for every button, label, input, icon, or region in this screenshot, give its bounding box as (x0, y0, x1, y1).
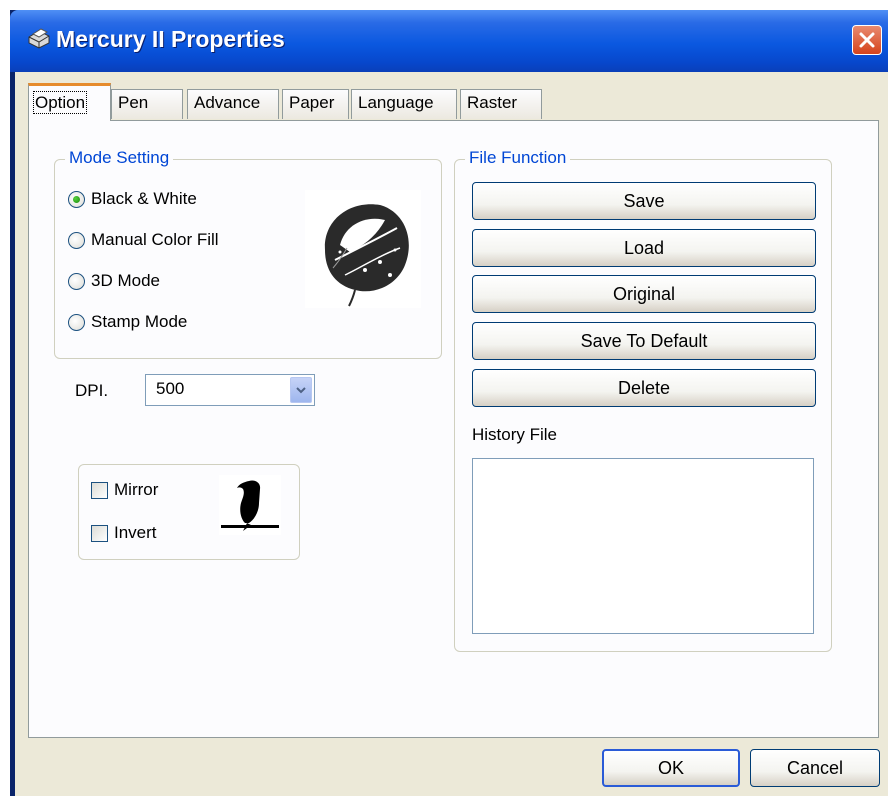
load-button[interactable]: Load (472, 229, 816, 267)
file-function-group: File Function Save Load Original Save To… (454, 148, 832, 652)
delete-button[interactable]: Delete (472, 369, 816, 407)
radio-stamp-mode[interactable]: Stamp Mode (68, 312, 187, 332)
history-file-list[interactable] (472, 458, 814, 634)
title-bar[interactable]: Mercury II Properties (10, 10, 888, 72)
properties-window: Mercury II Properties Option Pen Advance… (10, 10, 888, 796)
tab-option[interactable]: Option (28, 83, 111, 121)
dpi-select[interactable]: 500 (145, 374, 315, 406)
invert-checkbox-row[interactable]: Invert (91, 523, 157, 543)
radio-stamp-mode-label: Stamp Mode (91, 312, 188, 331)
load-button-label: Load (623, 237, 665, 258)
tab-advance[interactable]: Advance (187, 89, 279, 119)
radio-black-white[interactable]: Black & White (68, 189, 197, 209)
effects-group: Mirror Invert (78, 464, 300, 560)
history-file-label: History File (472, 425, 558, 444)
tab-pen-label: Pen (118, 93, 149, 112)
radio-3d-mode-label: 3D Mode (91, 271, 160, 290)
option-tab-panel: Mode Setting Black & White Manual Color … (28, 120, 879, 738)
mode-setting-legend: Mode Setting (65, 148, 174, 168)
tab-pen[interactable]: Pen (111, 89, 183, 119)
radio-3d-mode-button[interactable] (68, 272, 85, 290)
radio-manual-color-fill-label: Manual Color Fill (91, 230, 219, 249)
cancel-button-label: Cancel (786, 757, 844, 778)
original-button-label: Original (612, 283, 676, 304)
save-button-label: Save (623, 190, 665, 211)
tab-language[interactable]: Language (351, 89, 457, 119)
close-button[interactable] (852, 25, 882, 55)
mirror-checkbox[interactable] (91, 481, 108, 499)
tab-paper[interactable]: Paper (282, 89, 349, 119)
leaf-sketch-icon (305, 190, 421, 308)
file-function-legend: File Function (465, 148, 571, 168)
window-title: Mercury II Properties (56, 26, 285, 52)
radio-manual-color-fill-button[interactable] (68, 231, 85, 249)
radio-3d-mode[interactable]: 3D Mode (68, 271, 160, 291)
ok-button-label: OK (657, 757, 684, 778)
delete-button-label: Delete (617, 377, 671, 398)
close-icon (859, 32, 875, 48)
dpi-value: 500 (156, 379, 185, 398)
invert-checkbox[interactable] (91, 524, 108, 542)
cancel-button[interactable]: Cancel (750, 749, 880, 787)
invert-label: Invert (114, 523, 157, 542)
mode-setting-group: Mode Setting Black & White Manual Color … (54, 148, 442, 359)
mirror-checkbox-row[interactable]: Mirror (91, 480, 158, 500)
radio-black-white-label: Black & White (91, 189, 197, 208)
tab-raster[interactable]: Raster (460, 89, 542, 119)
save-to-default-button-label: Save To Default (580, 330, 708, 351)
save-button[interactable]: Save (472, 182, 816, 220)
mirror-label: Mirror (114, 480, 159, 499)
original-button[interactable]: Original (472, 275, 816, 313)
chevron-down-icon (296, 387, 306, 394)
tab-option-label: Option (32, 91, 88, 114)
tab-language-label: Language (358, 93, 434, 112)
dialog-client: Option Pen Advance Paper Language Raster… (15, 72, 888, 796)
bird-silhouette-icon (219, 475, 281, 535)
save-to-default-button[interactable]: Save To Default (472, 322, 816, 360)
printer-icon (28, 28, 50, 49)
radio-black-white-button[interactable] (68, 190, 85, 208)
tab-advance-label: Advance (194, 93, 261, 112)
dpi-dropdown-button[interactable] (290, 377, 312, 403)
radio-stamp-mode-button[interactable] (68, 313, 85, 331)
tab-paper-label: Paper (289, 93, 335, 112)
ok-button[interactable]: OK (602, 749, 740, 787)
tab-raster-label: Raster (467, 93, 518, 112)
dpi-label: DPI. (75, 381, 109, 400)
radio-manual-color-fill[interactable]: Manual Color Fill (68, 230, 219, 250)
